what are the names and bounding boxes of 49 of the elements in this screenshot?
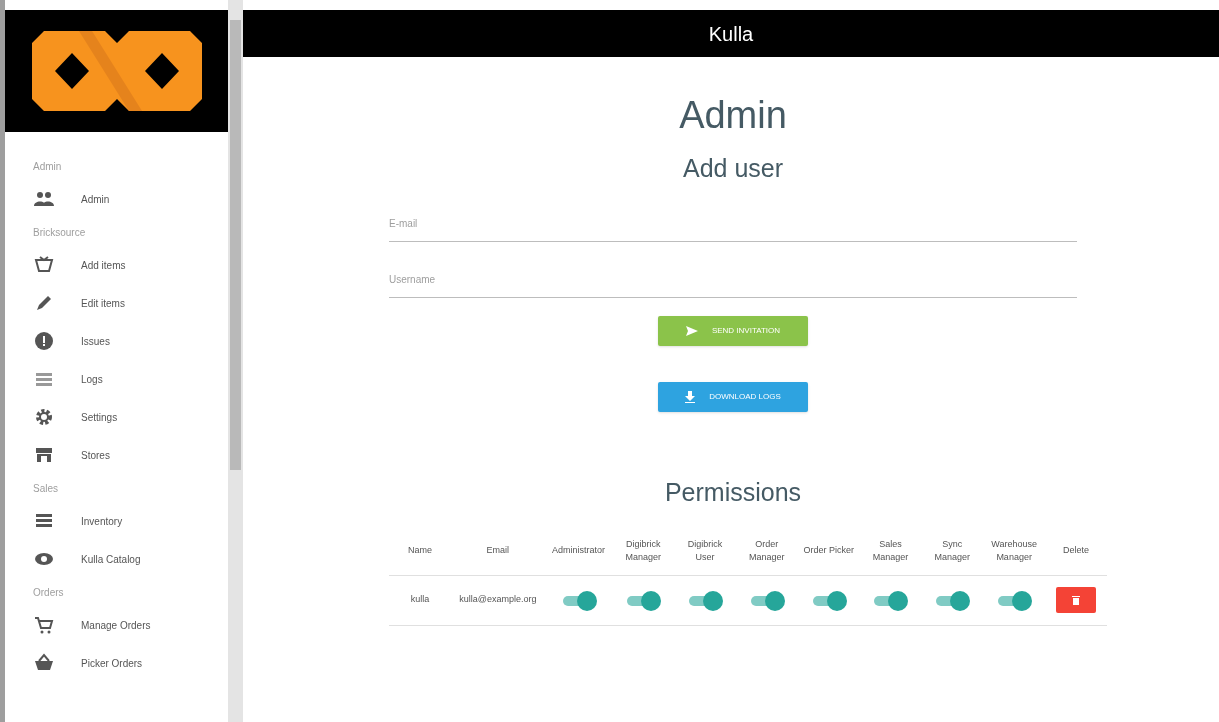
scrollbar[interactable]: [228, 0, 243, 722]
page-title: Admin: [679, 93, 787, 138]
sidebar-item[interactable]: Add items: [33, 246, 228, 284]
sidebar-item[interactable]: Admin: [33, 180, 228, 218]
input-field[interactable]: Username: [389, 261, 1077, 298]
sidebar-item[interactable]: Stores: [33, 436, 228, 474]
sidebar-item[interactable]: Picker Orders: [33, 644, 228, 682]
section-title: Permissions: [664, 476, 802, 508]
column-header: Digibrick Manager: [612, 527, 675, 575]
sidebar-item[interactable]: Inventory: [33, 502, 228, 540]
sidebar-heading: Sales: [33, 481, 59, 496]
logo-icon: [31, 31, 202, 111]
scrollbar-thumb[interactable]: [230, 20, 241, 470]
column-header: Sync Manager: [921, 527, 984, 575]
toggle-switch[interactable]: [996, 590, 1033, 611]
column-header: Delete: [1045, 527, 1107, 575]
column-header: Digibrick User: [674, 527, 736, 575]
cart-icon: [33, 614, 55, 636]
sidebar-item[interactable]: Manage Orders: [33, 606, 228, 644]
sidebar-heading: Orders: [33, 585, 65, 600]
column-header: Administrator: [544, 527, 613, 575]
alert-icon: [33, 330, 55, 352]
sidebar-item[interactable]: Edit items: [33, 284, 228, 322]
input-field[interactable]: E-mail: [389, 205, 1077, 242]
sidebar-heading: Admin: [33, 159, 63, 174]
sidebar-item[interactable]: Settings: [33, 398, 228, 436]
app-title: Kulla: [708, 21, 754, 47]
column-header: Warehouse Manager: [983, 527, 1046, 575]
toggle-switch[interactable]: [934, 590, 971, 611]
table-cell: kulla@example.org: [450, 575, 545, 625]
toggle-switch[interactable]: [872, 590, 909, 611]
table-cell: kulla: [389, 575, 451, 625]
sidebar-item[interactable]: Logs: [33, 360, 228, 398]
delete-button[interactable]: [1056, 587, 1097, 613]
gear-icon: [33, 406, 55, 428]
toggle-switch[interactable]: [687, 590, 723, 611]
sidebar-item[interactable]: Issues: [33, 322, 228, 360]
sidebar-heading: Bricksource: [33, 225, 87, 240]
trash-icon: [1072, 595, 1081, 605]
column-header: Sales Manager: [859, 527, 922, 575]
section-title: Add user: [682, 153, 784, 184]
column-header: Name: [389, 527, 451, 575]
download-icon: [685, 390, 696, 403]
column-header: Order Picker: [797, 527, 860, 575]
column-header: Order Manager: [735, 527, 798, 575]
toggle-switch[interactable]: [625, 590, 662, 611]
sidebar-item[interactable]: Kulla Catalog: [33, 540, 228, 578]
column-header: Email: [450, 527, 545, 575]
send-icon: [685, 324, 698, 337]
